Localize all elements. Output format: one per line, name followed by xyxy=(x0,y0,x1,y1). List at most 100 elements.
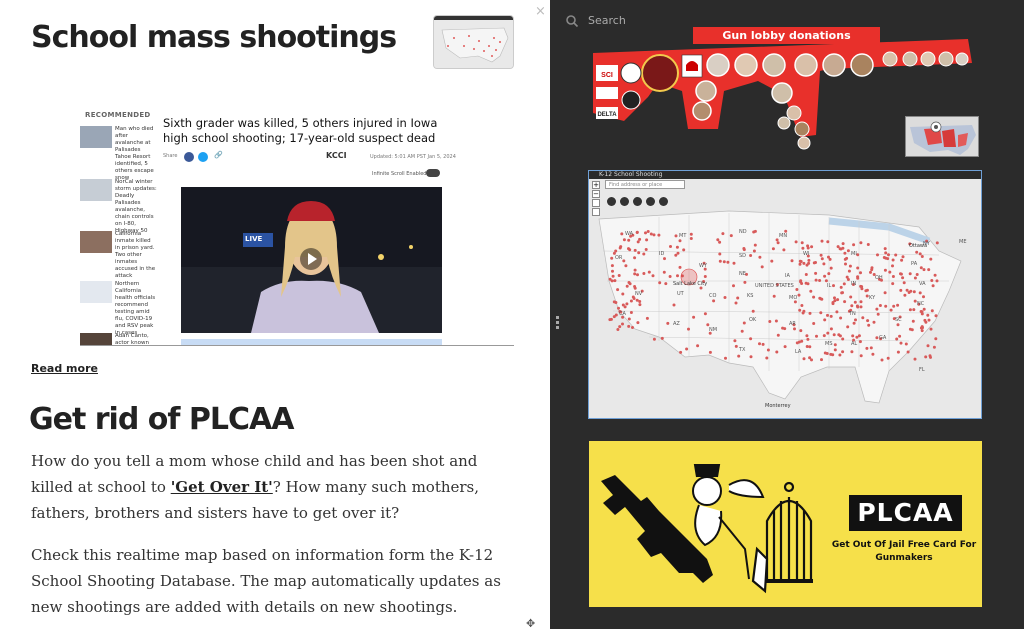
incident-dot[interactable] xyxy=(922,295,925,299)
incident-dot[interactable] xyxy=(829,314,833,318)
incident-dot[interactable] xyxy=(625,284,629,288)
incident-dot[interactable] xyxy=(614,313,618,317)
incident-dot[interactable] xyxy=(903,293,907,297)
incident-dot[interactable] xyxy=(841,291,844,295)
incident-dot[interactable] xyxy=(652,337,656,341)
incident-dot[interactable] xyxy=(913,357,917,361)
incident-dot[interactable] xyxy=(899,272,902,276)
incident-dot[interactable] xyxy=(904,342,908,346)
incident-dot[interactable] xyxy=(806,246,810,250)
incident-dot[interactable] xyxy=(901,255,905,259)
incident-dot[interactable] xyxy=(838,353,842,357)
incident-dot[interactable] xyxy=(761,342,765,346)
incident-dot[interactable] xyxy=(672,303,676,307)
incident-dot[interactable] xyxy=(918,252,922,256)
incident-dot[interactable] xyxy=(896,350,900,354)
incident-dot[interactable] xyxy=(899,288,903,292)
incident-dot[interactable] xyxy=(929,257,933,261)
incident-dot[interactable] xyxy=(642,252,646,256)
incident-dot[interactable] xyxy=(812,261,816,265)
incident-dot[interactable] xyxy=(718,240,722,244)
incident-dot[interactable] xyxy=(876,312,880,316)
incident-dot[interactable] xyxy=(810,245,814,249)
incident-dot[interactable] xyxy=(859,241,863,245)
incident-dot[interactable] xyxy=(622,259,626,263)
incident-dot[interactable] xyxy=(898,334,902,338)
incident-dot[interactable] xyxy=(900,258,904,262)
incident-dot[interactable] xyxy=(732,284,735,288)
incident-dot[interactable] xyxy=(611,274,615,278)
incident-dot[interactable] xyxy=(771,247,775,251)
incident-dot[interactable] xyxy=(908,308,912,312)
incident-dot[interactable] xyxy=(876,253,879,257)
incident-dot[interactable] xyxy=(875,307,879,311)
incident-dot[interactable] xyxy=(620,232,624,236)
incident-dot[interactable] xyxy=(804,281,808,285)
locate-button[interactable] xyxy=(592,208,600,216)
incident-dot[interactable] xyxy=(804,273,808,276)
incident-dot[interactable] xyxy=(724,356,727,360)
incident-dot[interactable] xyxy=(931,284,935,288)
incident-dot[interactable] xyxy=(751,309,755,313)
incident-dot[interactable] xyxy=(689,232,693,236)
incident-dot[interactable] xyxy=(839,285,843,289)
article-headline[interactable]: Sixth grader was killed, 5 others injure… xyxy=(163,116,453,146)
incident-dot[interactable] xyxy=(832,333,836,337)
incident-dot[interactable] xyxy=(935,279,939,283)
incident-dot[interactable] xyxy=(737,354,741,358)
incident-dot[interactable] xyxy=(875,336,879,340)
incident-dot[interactable] xyxy=(799,280,803,284)
school-shooting-map[interactable]: K-12 School Shooting Find address or pla… xyxy=(588,170,982,419)
recommended-item[interactable]: Man who died after avalanche at Palisade… xyxy=(80,126,155,181)
incident-dot[interactable] xyxy=(883,247,887,251)
incident-dot[interactable] xyxy=(842,282,846,286)
incident-dot[interactable] xyxy=(838,247,842,251)
incident-dot[interactable] xyxy=(627,281,631,284)
incident-dot[interactable] xyxy=(913,276,917,280)
incident-dot[interactable] xyxy=(616,328,620,331)
incident-dot[interactable] xyxy=(610,264,614,268)
incident-dot[interactable] xyxy=(652,233,656,237)
search-icon[interactable] xyxy=(565,14,579,28)
incident-dot[interactable] xyxy=(852,321,856,325)
incident-dot[interactable] xyxy=(823,318,827,322)
incident-dot[interactable] xyxy=(912,308,916,312)
incident-dot[interactable] xyxy=(826,331,830,335)
incident-dot[interactable] xyxy=(614,249,618,253)
incident-dot[interactable] xyxy=(678,239,682,243)
incident-dot[interactable] xyxy=(829,266,833,270)
recommended-item[interactable]: Northern California health officials rec… xyxy=(80,281,155,336)
incident-dot[interactable] xyxy=(794,240,798,244)
incident-dot[interactable] xyxy=(734,301,738,305)
recommended-item[interactable]: California inmate killed in prison yard.… xyxy=(80,231,155,281)
incident-dot[interactable] xyxy=(883,291,887,295)
incident-dot[interactable] xyxy=(706,323,710,327)
incident-dot[interactable] xyxy=(833,348,837,352)
incident-dot[interactable] xyxy=(621,303,625,307)
incident-dot[interactable] xyxy=(633,268,637,272)
incident-dot[interactable] xyxy=(848,264,852,268)
incident-dot[interactable] xyxy=(869,270,872,274)
incident-dot[interactable] xyxy=(627,317,631,321)
incident-dot[interactable] xyxy=(608,318,612,322)
incident-dot[interactable] xyxy=(812,295,816,299)
incident-dot[interactable] xyxy=(758,255,762,259)
incident-dot[interactable] xyxy=(638,303,642,307)
incident-dot[interactable] xyxy=(621,292,625,296)
incident-dot[interactable] xyxy=(749,254,753,257)
incident-dot[interactable] xyxy=(676,251,680,255)
incident-dot[interactable] xyxy=(645,316,649,320)
incident-dot[interactable] xyxy=(869,346,873,350)
incident-dot[interactable] xyxy=(669,245,672,248)
basemap-icon[interactable] xyxy=(646,197,655,206)
incident-dot[interactable] xyxy=(768,320,772,323)
incident-dot[interactable] xyxy=(801,246,805,250)
incident-dot[interactable] xyxy=(793,327,796,331)
incident-dot[interactable] xyxy=(798,308,802,312)
incident-dot[interactable] xyxy=(889,308,893,312)
incident-dot[interactable] xyxy=(829,352,833,356)
incident-dot[interactable] xyxy=(797,293,801,297)
incident-dot[interactable] xyxy=(800,304,804,307)
incident-dot[interactable] xyxy=(884,304,888,308)
incident-dot[interactable] xyxy=(891,282,895,286)
